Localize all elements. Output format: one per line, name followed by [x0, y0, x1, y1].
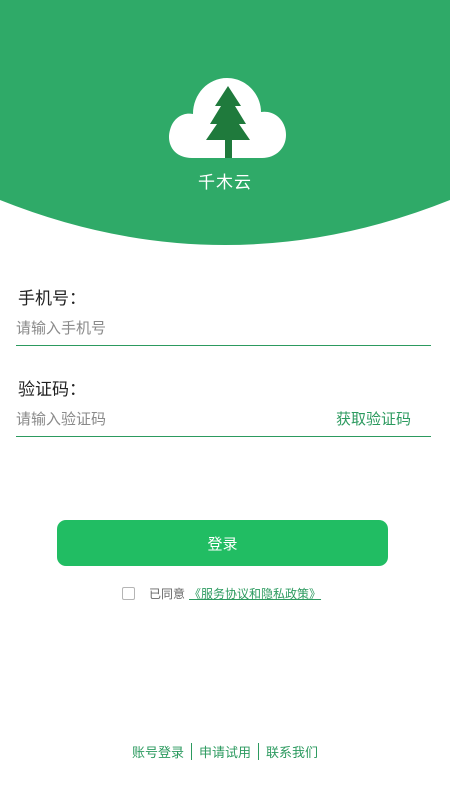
- policy-link[interactable]: 《服务协议和隐私政策》: [189, 585, 321, 602]
- agreement-row: 已同意 《服务协议和隐私政策》: [122, 584, 321, 602]
- code-input[interactable]: [16, 404, 296, 434]
- phone-input[interactable]: [16, 313, 316, 343]
- cloud-tree-logo-icon: [168, 78, 286, 158]
- agreement-text: 已同意: [149, 586, 186, 601]
- phone-label: 手机号：: [18, 289, 86, 309]
- footer-links: 账号登录 申请试用 联系我们: [0, 742, 450, 761]
- footer-link-contact-us[interactable]: 联系我们: [259, 742, 325, 761]
- footer-link-apply-trial[interactable]: 申请试用: [192, 742, 258, 761]
- login-screen: 千木云 手机号： 验证码： 获取验证码 登录 已同意 《服务协议和隐私政策》 账…: [0, 0, 450, 800]
- app-name: 千木云: [198, 173, 252, 193]
- footer-link-account-login[interactable]: 账号登录: [125, 742, 191, 761]
- login-button[interactable]: 登录: [57, 520, 388, 566]
- code-label: 验证码：: [18, 380, 86, 400]
- agreement-checkbox[interactable]: [122, 586, 135, 600]
- code-underline: [16, 436, 431, 437]
- phone-underline: [16, 345, 431, 346]
- get-code-button[interactable]: 获取验证码: [336, 408, 411, 429]
